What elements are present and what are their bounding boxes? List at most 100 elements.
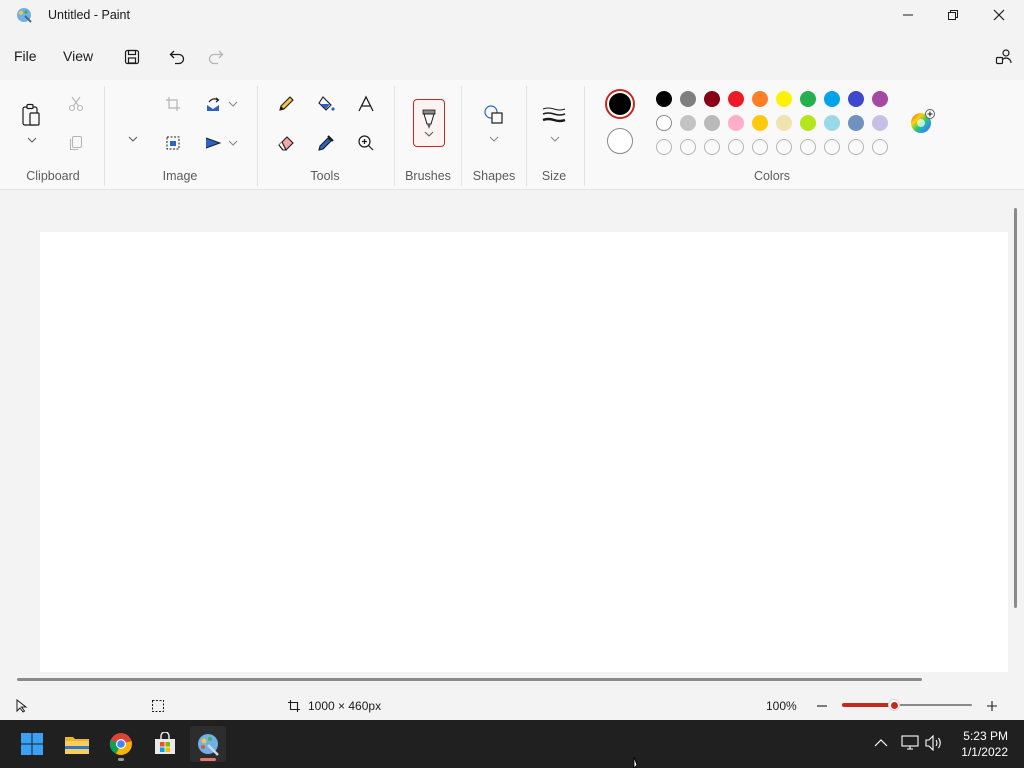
- horizontal-scrollbar[interactable]: [17, 678, 922, 681]
- minimize-icon: [903, 14, 913, 16]
- color-swatch[interactable]: [776, 115, 792, 131]
- shapes-button[interactable]: [481, 102, 507, 128]
- color-picker-tool[interactable]: [313, 130, 339, 156]
- color-swatch[interactable]: [872, 115, 888, 131]
- chrome-taskbar-button[interactable]: [103, 726, 139, 762]
- custom-color-slot[interactable]: [776, 139, 792, 155]
- color-swatch[interactable]: [872, 91, 888, 107]
- crop-button[interactable]: [160, 91, 186, 117]
- file-explorer-taskbar-button[interactable]: [59, 726, 95, 762]
- color-swatch[interactable]: [800, 115, 816, 131]
- shapes-group-label: Shapes: [472, 169, 516, 183]
- color-swatch[interactable]: [656, 91, 672, 107]
- save-button[interactable]: [119, 44, 145, 70]
- custom-color-slot[interactable]: [872, 139, 888, 155]
- custom-color-slot[interactable]: [800, 139, 816, 155]
- custom-color-slot[interactable]: [656, 139, 672, 155]
- eraser-tool[interactable]: [273, 130, 299, 156]
- color-wheel-icon: [911, 109, 935, 133]
- color-swatch[interactable]: [728, 115, 744, 131]
- edit-colors-button[interactable]: [909, 109, 935, 135]
- color-swatch[interactable]: [704, 115, 720, 131]
- minimize-button[interactable]: [885, 0, 931, 30]
- show-hidden-icons-button[interactable]: [874, 736, 892, 752]
- color-swatch[interactable]: [752, 115, 768, 131]
- title-bar: Untitled - Paint: [0, 0, 1024, 32]
- secondary-color-button[interactable]: [607, 128, 633, 154]
- color-swatch[interactable]: [728, 91, 744, 107]
- store-taskbar-button[interactable]: [147, 726, 183, 762]
- paste-dropdown-chevron-icon[interactable]: [27, 136, 37, 144]
- zoom-out-button[interactable]: [812, 697, 832, 715]
- resize-button[interactable]: [200, 91, 226, 117]
- color-swatch[interactable]: [776, 91, 792, 107]
- paint-taskbar-button[interactable]: [190, 726, 226, 762]
- network-button[interactable]: [901, 735, 919, 753]
- color-swatch[interactable]: [680, 115, 696, 131]
- select-dropdown-chevron-icon[interactable]: [128, 135, 138, 143]
- shapes-dropdown-chevron-icon[interactable]: [489, 135, 499, 143]
- color-swatch[interactable]: [656, 115, 672, 131]
- custom-color-slot[interactable]: [680, 139, 696, 155]
- start-button[interactable]: [14, 726, 50, 762]
- custom-color-slot[interactable]: [824, 139, 840, 155]
- select-button[interactable]: [160, 130, 186, 156]
- color-swatch[interactable]: [680, 91, 696, 107]
- system-clock[interactable]: 5:23 PM 1/1/2022: [961, 728, 1008, 760]
- canvas-size-text: 1000 × 460px: [308, 699, 382, 713]
- custom-color-slot[interactable]: [752, 139, 768, 155]
- color-swatch[interactable]: [848, 91, 864, 107]
- drawing-canvas[interactable]: [40, 232, 1008, 672]
- ribbon-separator: [257, 86, 258, 186]
- ribbon-separator: [461, 86, 462, 186]
- vertical-scrollbar[interactable]: [1014, 208, 1017, 608]
- paste-button[interactable]: [18, 100, 44, 130]
- restore-button[interactable]: [930, 0, 976, 30]
- window-title: Untitled - Paint: [48, 8, 130, 22]
- size-group-label: Size: [541, 169, 567, 183]
- zoom-slider-fill: [842, 703, 894, 707]
- brushes-group-label: Brushes: [405, 169, 451, 183]
- select-icon: [166, 136, 180, 150]
- zoom-slider[interactable]: [842, 699, 972, 711]
- magnifier-tool[interactable]: [353, 130, 379, 156]
- size-dropdown-chevron-icon[interactable]: [550, 135, 560, 143]
- account-button[interactable]: [991, 44, 1017, 70]
- volume-button[interactable]: [925, 734, 943, 753]
- copy-button[interactable]: [63, 130, 89, 156]
- text-tool[interactable]: [353, 91, 379, 117]
- rotate-button[interactable]: [200, 130, 226, 156]
- custom-color-slot[interactable]: [848, 139, 864, 155]
- fill-tool[interactable]: [313, 91, 339, 117]
- color-swatch[interactable]: [752, 91, 768, 107]
- pencil-icon: [279, 96, 294, 111]
- zoom-slider-thumb[interactable]: [888, 699, 900, 711]
- account-icon: [995, 49, 1012, 65]
- cut-button[interactable]: [63, 91, 89, 117]
- zoom-in-button[interactable]: [982, 697, 1002, 715]
- undo-button[interactable]: [164, 44, 190, 70]
- windows-logo-icon: [21, 733, 43, 755]
- taskbar: 5:23 PM 1/1/2022: [0, 720, 1024, 768]
- primary-color-button[interactable]: [605, 89, 635, 119]
- color-swatch[interactable]: [848, 115, 864, 131]
- color-swatch[interactable]: [824, 91, 840, 107]
- brushes-button[interactable]: [413, 99, 445, 147]
- view-menu[interactable]: View: [63, 48, 93, 64]
- size-button[interactable]: [541, 102, 567, 128]
- custom-color-slot[interactable]: [704, 139, 720, 155]
- clipboard-group-label: Clipboard: [26, 169, 80, 183]
- color-swatch[interactable]: [800, 91, 816, 107]
- fill-bucket-icon: [318, 96, 335, 111]
- rotate-dropdown-chevron-icon[interactable]: [228, 139, 238, 147]
- shapes-icon: [484, 105, 503, 124]
- custom-color-slot[interactable]: [728, 139, 744, 155]
- redo-button[interactable]: [203, 44, 229, 70]
- colors-group-label: Colors: [753, 169, 791, 183]
- pencil-tool[interactable]: [273, 91, 299, 117]
- close-button[interactable]: [976, 0, 1022, 30]
- color-swatch[interactable]: [704, 91, 720, 107]
- color-swatch[interactable]: [824, 115, 840, 131]
- resize-dropdown-chevron-icon[interactable]: [228, 100, 238, 108]
- file-menu[interactable]: File: [14, 48, 37, 64]
